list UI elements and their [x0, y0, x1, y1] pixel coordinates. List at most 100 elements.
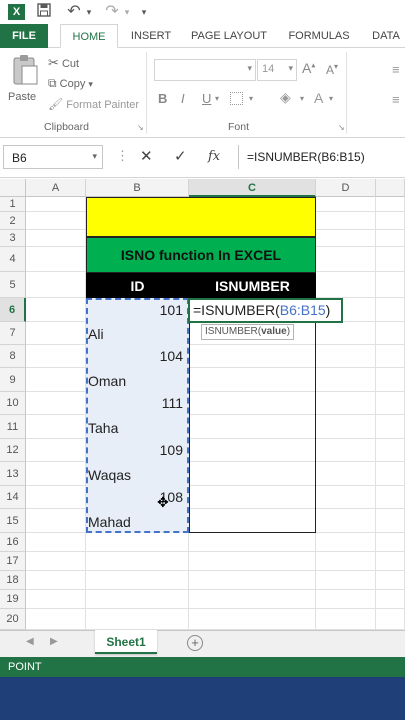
column-header-e[interactable] — [376, 179, 405, 197]
row-header-6[interactable]: 6 — [0, 298, 26, 322]
grid-cell[interactable] — [26, 415, 86, 439]
select-all-corner[interactable] — [0, 179, 26, 197]
grid-cell[interactable] — [86, 552, 189, 571]
grid-cell[interactable] — [189, 571, 316, 590]
grid-cell[interactable] — [189, 609, 316, 630]
cell-b11[interactable]: Taha — [88, 415, 187, 438]
grid-cell[interactable] — [189, 552, 316, 571]
cell-b10[interactable]: 111 — [88, 392, 187, 415]
grid-cell[interactable] — [86, 571, 189, 590]
column-header-c[interactable]: C — [189, 179, 316, 197]
grid-cell[interactable] — [26, 392, 86, 415]
grid-cell[interactable] — [26, 439, 86, 462]
grid-cell[interactable] — [86, 609, 189, 630]
grid-cell[interactable] — [376, 368, 405, 392]
grid-cell[interactable] — [376, 552, 405, 571]
row-header-9[interactable]: 9 — [0, 368, 26, 392]
grid-cell[interactable] — [316, 212, 376, 230]
grid-cell[interactable] — [316, 197, 376, 212]
title-banner[interactable] — [86, 197, 316, 237]
grid-cell[interactable] — [316, 345, 376, 368]
column-header-b[interactable]: B — [86, 179, 189, 197]
cell-b7[interactable]: Ali — [88, 322, 187, 345]
grid-cell[interactable] — [316, 590, 376, 609]
grid-cell[interactable] — [86, 590, 189, 609]
grid-cell[interactable] — [86, 533, 189, 552]
excel-icon[interactable]: X — [8, 4, 25, 20]
copy-button[interactable]: ⧉ Copy ▾ — [48, 76, 93, 91]
grid-cell[interactable] — [26, 533, 86, 552]
grid-cell[interactable] — [316, 509, 376, 533]
bold-button[interactable]: B — [158, 91, 167, 106]
cell-b8[interactable]: 104 — [88, 345, 187, 368]
row-header-16[interactable]: 16 — [0, 533, 26, 552]
grid-cell[interactable] — [316, 415, 376, 439]
cell-b6[interactable]: 101 — [88, 299, 187, 322]
grid-cell[interactable] — [316, 392, 376, 415]
tab-data[interactable]: DATA — [366, 24, 405, 48]
cut-button[interactable]: ✂ Cut — [48, 55, 79, 71]
grid-cell[interactable] — [26, 247, 86, 272]
undo-icon[interactable]: ↶ — [64, 3, 84, 21]
grid-cell[interactable] — [376, 298, 405, 322]
grid-cell[interactable] — [316, 247, 376, 272]
grid-cell[interactable] — [26, 462, 86, 486]
sheet-tab-sheet1[interactable]: Sheet1 — [95, 630, 157, 654]
customize-quick-access-icon[interactable]: ▾ — [138, 3, 150, 21]
sheet-title-cell[interactable]: ISNO function In EXCEL — [86, 237, 316, 273]
row-header-1[interactable]: 1 — [0, 197, 26, 212]
grid-cell[interactable] — [316, 272, 376, 298]
grid-cell[interactable] — [376, 415, 405, 439]
cell-b14[interactable]: 108 — [88, 486, 187, 509]
row-header-11[interactable]: 11 — [0, 415, 26, 439]
cancel-icon[interactable]: ✕ — [140, 147, 153, 165]
font-launcher-icon[interactable]: ↘ — [338, 123, 345, 132]
grid-cell[interactable] — [189, 533, 316, 552]
row-header-15[interactable]: 15 — [0, 509, 26, 533]
grid-cell[interactable] — [26, 212, 86, 230]
grid-cell[interactable] — [376, 590, 405, 609]
new-sheet-button[interactable]: + — [187, 635, 203, 651]
shrink-font-button[interactable]: A▾ — [326, 62, 338, 77]
font-name-box[interactable]: ▾ — [154, 59, 256, 81]
grid-cell[interactable] — [26, 609, 86, 630]
alignment-partial-icon[interactable]: ≡ — [392, 62, 400, 77]
tab-file[interactable]: FILE — [0, 24, 48, 48]
header-id-cell[interactable]: ID — [86, 273, 189, 298]
grid-cell[interactable] — [376, 533, 405, 552]
grid-cell[interactable] — [316, 552, 376, 571]
row-header-12[interactable]: 12 — [0, 439, 26, 462]
redo-dropdown-icon[interactable]: ▾ — [122, 3, 132, 21]
grid-cell[interactable] — [26, 552, 86, 571]
grid-cell[interactable] — [316, 609, 376, 630]
grid-cell[interactable] — [376, 247, 405, 272]
row-header-5[interactable]: 5 — [0, 272, 26, 298]
cell-b9[interactable]: Oman — [88, 368, 187, 391]
header-isnumber-cell[interactable]: ISNUMBER — [189, 273, 316, 298]
name-box[interactable]: B6 ▾ — [3, 145, 103, 169]
tab-formulas[interactable]: FORMULAS — [282, 24, 356, 48]
row-header-19[interactable]: 19 — [0, 590, 26, 609]
grid-cell[interactable] — [316, 439, 376, 462]
tab-insert[interactable]: INSERT — [124, 24, 178, 48]
font-size-box[interactable]: 14 ▾ — [257, 59, 297, 81]
row-header-20[interactable]: 20 — [0, 609, 26, 630]
column-header-a[interactable]: A — [26, 179, 86, 197]
grid-cell[interactable] — [26, 368, 86, 392]
row-header-4[interactable]: 4 — [0, 247, 26, 272]
grid-cell[interactable] — [316, 486, 376, 509]
grid-cell[interactable] — [376, 571, 405, 590]
row-header-8[interactable]: 8 — [0, 345, 26, 368]
borders-dropdown-icon[interactable]: ▾ — [249, 94, 253, 103]
font-color-button[interactable]: A — [314, 90, 323, 106]
row-header-10[interactable]: 10 — [0, 392, 26, 415]
enter-icon[interactable]: ✓ — [174, 147, 187, 165]
row-header-3[interactable]: 3 — [0, 230, 26, 247]
clipboard-launcher-icon[interactable]: ↘ — [137, 123, 144, 132]
grid-cell[interactable] — [26, 571, 86, 590]
scroll-tabs-left-icon[interactable]: ◀ — [26, 636, 34, 647]
grid-cell[interactable] — [26, 345, 86, 368]
grid-cell[interactable] — [26, 298, 86, 322]
grid-cell[interactable] — [376, 322, 405, 345]
grid-cell[interactable] — [316, 533, 376, 552]
